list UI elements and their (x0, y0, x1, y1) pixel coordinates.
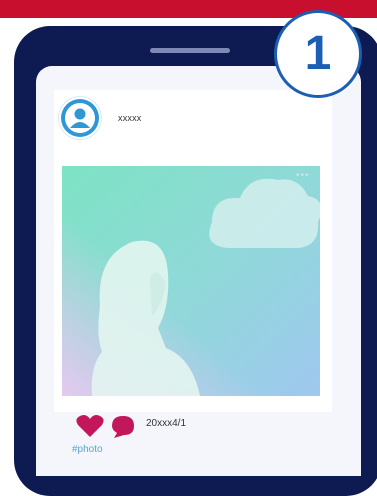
heart-icon[interactable] (76, 414, 104, 438)
post-hashtag[interactable]: #photo (72, 444, 103, 455)
step-number-badge: 1 (274, 10, 362, 98)
comment-icon[interactable] (110, 414, 136, 438)
post-username[interactable]: xxxxx (118, 113, 142, 123)
post-date: 20xxx4/1 (146, 418, 187, 429)
more-icon[interactable]: ••• (296, 170, 310, 181)
post-photo[interactable] (62, 166, 320, 396)
phone-speaker (150, 48, 230, 53)
user-avatar-icon[interactable] (58, 96, 102, 140)
step-number: 1 (304, 27, 332, 80)
